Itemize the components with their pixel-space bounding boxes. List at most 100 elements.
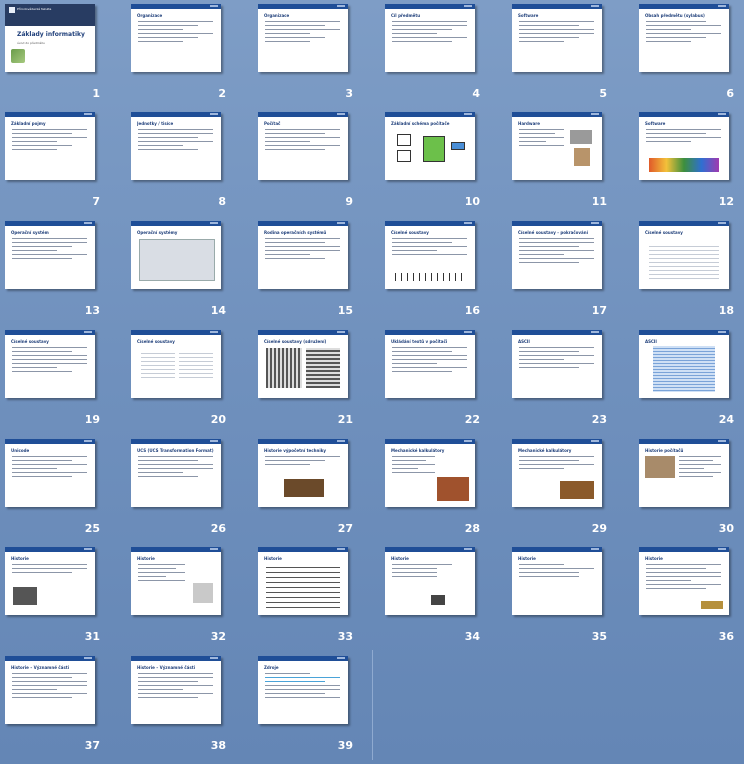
slide-4[interactable]: Cíl předmětu (385, 4, 475, 72)
abacus-photo (284, 479, 324, 497)
hardware-photo (570, 130, 592, 144)
diagram-block (397, 150, 411, 162)
slide-16[interactable]: Číselné soustavy (385, 221, 475, 289)
slide-37[interactable]: Historie – Významné části (5, 656, 95, 724)
slide-number: 32 (210, 630, 226, 643)
slide-number: 13 (84, 304, 100, 317)
slide-20[interactable]: Číselné soustavy (131, 330, 221, 398)
slide-25[interactable]: Unicode (5, 439, 95, 507)
slide-number: 11 (591, 195, 607, 208)
diagram-block (397, 134, 411, 146)
slide-15[interactable]: Rodina operačních systémů (258, 221, 348, 289)
slide-9[interactable]: Počítač (258, 112, 348, 180)
number-table (649, 243, 719, 279)
computer-photo (193, 583, 213, 603)
slide-10[interactable]: Základní schéma počítače (385, 112, 475, 180)
slide-33[interactable]: Historie (258, 547, 348, 615)
slide-number: 39 (337, 739, 353, 752)
slide-39[interactable]: Zdroje (258, 656, 348, 724)
history-photo (645, 456, 675, 478)
slide-title: Operační systém (11, 230, 49, 235)
slide-title: Číselné soustavy (645, 230, 683, 235)
slide-31[interactable]: Historie (5, 547, 95, 615)
slide-26[interactable]: UCS (UCS Transformation Format) (131, 439, 221, 507)
slide-number: 28 (464, 522, 480, 535)
component-photo (431, 595, 445, 605)
slide-18[interactable]: Číselné soustavy (639, 221, 729, 289)
history-table (266, 563, 340, 609)
slide-title: Číselné soustavy (137, 339, 175, 344)
slide-36[interactable]: Historie (639, 547, 729, 615)
slide-title: Ukládání textů v počítači (391, 339, 448, 344)
slide-title: Číselné soustavy (391, 230, 429, 235)
slide-title: Zdroje (264, 665, 279, 670)
slide-38[interactable]: Historie – Významné části (131, 656, 221, 724)
slide-11[interactable]: Hardware (512, 112, 602, 180)
slide-title: Software (645, 121, 666, 126)
slide-30[interactable]: Historie počítačů (639, 439, 729, 507)
slide-number: 2 (218, 87, 226, 100)
slide-title: Základní schéma počítače (391, 121, 450, 126)
slide-7[interactable]: Základní pojmy (5, 112, 95, 180)
slide-number: 7 (92, 195, 100, 208)
slide-24[interactable]: ASCII (639, 330, 729, 398)
slide-number: 26 (210, 522, 226, 535)
slide-3[interactable]: Organizace (258, 4, 348, 72)
grid-image (306, 348, 340, 388)
slide-34[interactable]: Historie (385, 547, 475, 615)
slide-title: Mechanické kalkulátory (391, 448, 445, 453)
slide-number: 17 (591, 304, 607, 317)
slide-number: 10 (464, 195, 480, 208)
slide-23[interactable]: ASCII (512, 330, 602, 398)
chips-photo (701, 601, 723, 609)
slide-29[interactable]: Mechanické kalkulátory (512, 439, 602, 507)
screenshot-image (139, 239, 215, 281)
slide-title: Software (518, 13, 539, 18)
hardware-photo (574, 148, 590, 166)
number-table (141, 350, 175, 380)
slide-title: UCS (UCS Transformation Format) (137, 448, 214, 453)
slide-title: Historie (518, 556, 536, 561)
slide-title: Historie výpočetní techniky (264, 448, 326, 453)
slide-5[interactable]: Software (512, 4, 602, 72)
slide-number: 3 (345, 87, 353, 100)
software-icons (649, 158, 719, 172)
grid-image (266, 348, 302, 388)
slide-13[interactable]: Operační systém (5, 221, 95, 289)
slide-number: 5 (599, 87, 607, 100)
slide-number: 16 (464, 304, 480, 317)
slide-title: ASCII (645, 339, 657, 344)
slide-28[interactable]: Mechanické kalkulátory (385, 439, 475, 507)
calculator-photo (437, 477, 469, 501)
slide-number: 27 (337, 522, 353, 535)
slide-1[interactable]: Přírodovědecká fakulta Základy informati… (5, 4, 95, 72)
ascii-table (653, 346, 715, 392)
slide-2[interactable]: Organizace (131, 4, 221, 72)
presentation-subtitle: úvod do předmětu (17, 41, 45, 45)
slide-title: Organizace (137, 13, 163, 18)
slide-number: 15 (337, 304, 353, 317)
slide-12[interactable]: Software (639, 112, 729, 180)
computer-photo (13, 587, 37, 605)
slide-title: Historie (264, 556, 282, 561)
slide-number: 31 (84, 630, 100, 643)
slide-27[interactable]: Historie výpočetní techniky (258, 439, 348, 507)
slide-35[interactable]: Historie (512, 547, 602, 615)
slide-number: 20 (210, 413, 226, 426)
slide-number: 37 (84, 739, 100, 752)
pascaline-photo (560, 481, 594, 499)
slide-number: 24 (718, 413, 734, 426)
slide-number: 19 (84, 413, 100, 426)
slide-number: 1 (92, 87, 100, 100)
slide-title: Historie – Významné části (11, 665, 70, 670)
slide-19[interactable]: Číselné soustavy (5, 330, 95, 398)
slide-14[interactable]: Operační systémy (131, 221, 221, 289)
slide-17[interactable]: Číselné soustavy - pokračování (512, 221, 602, 289)
slide-22[interactable]: Ukládání textů v počítači (385, 330, 475, 398)
slide-8[interactable]: Jednotky / tisíce (131, 112, 221, 180)
presentation-title: Základy informatiky (17, 31, 85, 38)
slide-21[interactable]: Číselné soustavy (sdružení) (258, 330, 348, 398)
slide-number: 25 (84, 522, 100, 535)
slide-32[interactable]: Historie (131, 547, 221, 615)
slide-6[interactable]: Obsah předmětu (sylabus) (639, 4, 729, 72)
